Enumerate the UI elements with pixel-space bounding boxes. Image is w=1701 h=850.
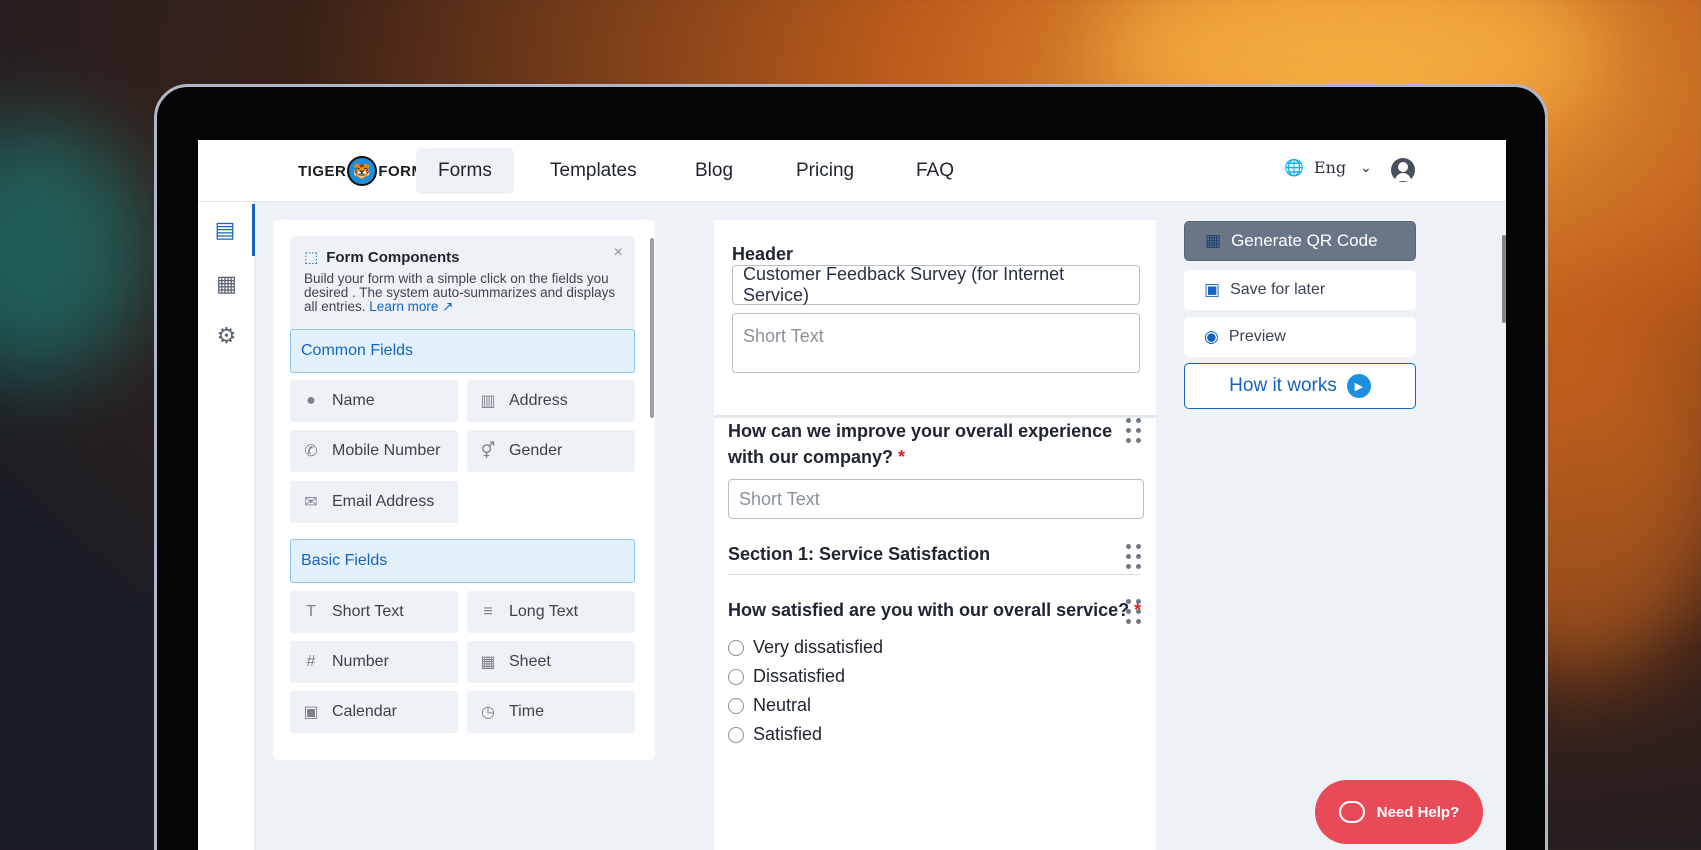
tiger-icon: 🐯 [347, 156, 378, 186]
eye-icon: ◉ [1204, 327, 1219, 346]
required-marker: * [898, 447, 906, 467]
logo-text-left: TIGER [298, 162, 347, 180]
components-scrollbar[interactable] [650, 238, 654, 418]
field-address[interactable]: ▥ Address [467, 380, 635, 422]
field-sheet[interactable]: ▦ Sheet [467, 641, 635, 683]
table-icon[interactable]: ▦ [198, 258, 255, 310]
sheet-icon: ▦ [480, 654, 496, 671]
form-title-input[interactable]: Customer Feedback Survey (for Internet S… [732, 264, 1140, 305]
building-icon: ▥ [480, 393, 496, 410]
radio-circle-icon[interactable] [728, 639, 744, 656]
gender-icon: ⚥ [480, 443, 496, 460]
external-link-icon: ↗ [442, 299, 454, 314]
need-help-button[interactable]: Need Help? [1315, 780, 1483, 844]
radio-option[interactable]: Very dissatisfied [728, 637, 883, 658]
section-divider [728, 574, 1140, 575]
field-name[interactable]: ● Name [290, 380, 458, 422]
components-info: ⬚ Form Components Build your form with a… [290, 236, 635, 332]
nav-forms[interactable]: Forms [416, 148, 514, 194]
radio-circle-icon[interactable] [728, 668, 744, 685]
close-icon[interactable]: × [614, 244, 623, 262]
nav-blog[interactable]: Blog [673, 148, 755, 194]
field-number[interactable]: # Number [290, 641, 458, 683]
drag-handle-icon[interactable] [1126, 418, 1142, 444]
nav-faq[interactable]: FAQ [894, 148, 976, 194]
answer-short-text-input[interactable]: Short Text [728, 479, 1144, 519]
language-label: Eng [1313, 158, 1347, 177]
radio-option[interactable]: Satisfied [728, 724, 822, 745]
clock-icon: ◷ [481, 704, 495, 721]
chat-bubble-icon [1338, 801, 1365, 823]
side-rail: ▤ ▦ ⚙ [198, 202, 255, 850]
tigerform-logo[interactable]: TIGER 🐯 FORM [298, 156, 425, 186]
how-it-works-button[interactable]: How it works ▶ [1184, 363, 1416, 409]
radio-option[interactable]: Dissatisfied [728, 666, 845, 687]
page-scrollbar[interactable] [1502, 235, 1506, 323]
drag-handle-icon[interactable] [1126, 544, 1142, 570]
common-fields-header[interactable]: Common Fields [290, 329, 635, 373]
field-email-address[interactable]: ✉ Email Address [290, 481, 458, 523]
number-icon: # [306, 653, 316, 670]
drag-handle-icon[interactable] [1126, 599, 1142, 625]
text-icon: T [306, 603, 316, 620]
language-selector[interactable]: 🌐 Eng ⌄ [1284, 158, 1372, 177]
envelope-icon: ✉ [304, 494, 318, 511]
chevron-down-icon: ⌄ [1360, 159, 1372, 176]
nav-templates[interactable]: Templates [528, 148, 659, 194]
radio-circle-icon[interactable] [728, 726, 744, 743]
basic-fields-header[interactable]: Basic Fields [290, 539, 635, 583]
paragraph-icon: ≡ [483, 603, 493, 620]
top-navigation: TIGER 🐯 FORM Forms Templates Blog Pricin… [198, 140, 1506, 202]
field-calendar[interactable]: ▣ Calendar [290, 691, 458, 733]
components-title: Form Components [326, 248, 460, 266]
save-for-later-button[interactable]: ▣ Save for later [1184, 270, 1416, 310]
globe-icon: 🌐 [1284, 158, 1304, 177]
question-overall-satisfaction: How satisfied are you with our overall s… [728, 597, 1141, 623]
question-improve-experience: How can we improve your overall experien… [728, 421, 1113, 467]
form-builder-icon[interactable]: ▤ [198, 204, 255, 256]
field-time[interactable]: ◷ Time [467, 691, 635, 733]
learn-more-link[interactable]: Learn more [369, 299, 438, 314]
floppy-disk-icon: ▣ [1204, 280, 1221, 299]
header-description-input[interactable]: Short Text [732, 313, 1140, 373]
field-long-text[interactable]: ≡ Long Text [467, 591, 635, 633]
calendar-icon: ▣ [303, 704, 319, 721]
components-description: Build your form with a simple click on t… [304, 271, 616, 314]
nav-pricing[interactable]: Pricing [774, 148, 876, 194]
radio-circle-icon[interactable] [728, 697, 744, 714]
app-window: TIGER 🐯 FORM Forms Templates Blog Pricin… [198, 140, 1506, 850]
cursor-select-icon: ⬚ [304, 249, 319, 266]
qr-code-icon: ▦ [1205, 231, 1222, 250]
field-gender[interactable]: ⚥ Gender [467, 430, 635, 472]
person-icon: ● [306, 392, 316, 409]
phone-icon: ✆ [304, 443, 318, 460]
play-icon: ▶ [1346, 374, 1371, 398]
radio-option[interactable]: Neutral [728, 695, 811, 716]
field-short-text[interactable]: T Short Text [290, 591, 458, 633]
generate-qr-button[interactable]: ▦ Generate QR Code [1184, 221, 1416, 261]
user-avatar-icon[interactable] [1391, 158, 1415, 182]
header-label: Header [732, 244, 794, 264]
gear-icon[interactable]: ⚙ [198, 310, 255, 362]
preview-button[interactable]: ◉ Preview [1184, 317, 1416, 357]
field-mobile-number[interactable]: ✆ Mobile Number [290, 430, 458, 472]
section-title: Section 1: Service Satisfaction [728, 544, 991, 564]
